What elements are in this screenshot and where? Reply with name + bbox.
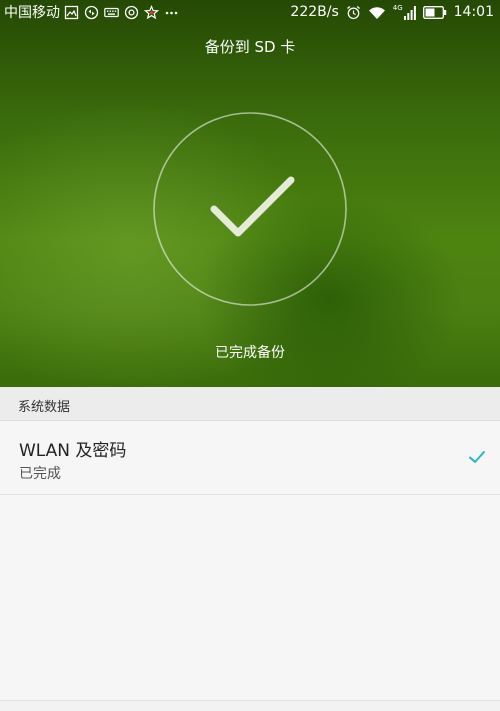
- list-item-title: WLAN 及密码: [19, 441, 127, 461]
- list-item-wlan[interactable]: WLAN 及密码 已完成: [0, 421, 500, 495]
- signal-icon: [403, 5, 416, 20]
- bottom-divider: [0, 700, 500, 711]
- sync-icon: [84, 5, 99, 20]
- image-icon: [64, 5, 79, 20]
- status-bar: 中国移动 222B/s 4G 14:01: [0, 0, 500, 24]
- backup-hero-panel: 中国移动 222B/s 4G 14:01 备份到 SD 卡 已完成备份: [0, 0, 500, 387]
- section-header-label: 系统数据: [18, 400, 71, 415]
- check-icon: [468, 449, 486, 465]
- cell-signal: 4G: [392, 3, 416, 20]
- status-right: 222B/s 4G 14:01: [283, 2, 494, 22]
- more-icon: [164, 5, 179, 20]
- backup-status-text: 已完成备份: [215, 345, 285, 361]
- carrier-label: 中国移动: [4, 5, 60, 21]
- star-icon: [144, 4, 159, 20]
- alarm-icon: [346, 5, 361, 20]
- network-speed: 222B/s: [290, 4, 339, 20]
- clock-time: 14:01: [453, 4, 494, 20]
- status-left: 中国移动: [4, 2, 184, 22]
- success-check-icon: [152, 111, 348, 307]
- keyboard-icon: [104, 5, 119, 20]
- network-type: 4G: [392, 3, 403, 12]
- wifi-icon: [368, 5, 386, 20]
- battery-icon: [422, 5, 447, 19]
- list-item-status: 已完成: [19, 466, 61, 482]
- page-title: 备份到 SD 卡: [204, 38, 296, 56]
- section-header-system-data: 系统数据: [0, 387, 500, 421]
- settings-icon: [124, 5, 139, 20]
